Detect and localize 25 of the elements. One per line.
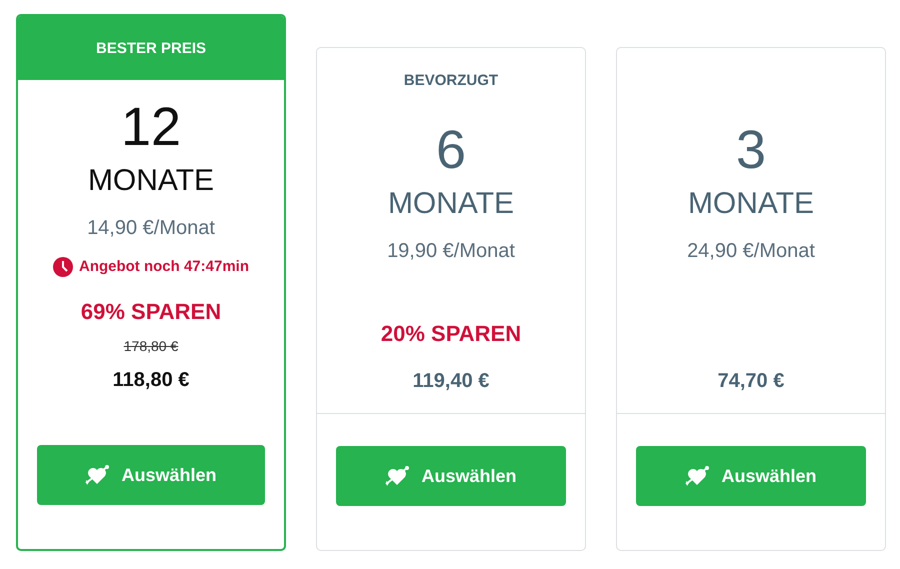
plan-duration: 12 xyxy=(120,97,182,157)
plan-label: BEVORZUGT xyxy=(404,72,498,90)
monthly-price: 19,90 €/Monat xyxy=(387,239,515,264)
plan-unit: MONATE xyxy=(688,186,814,222)
heart-arrow-icon xyxy=(685,465,710,487)
plan-duration: 3 xyxy=(736,120,766,180)
total-price: 118,80 € xyxy=(112,368,190,393)
offer-timer: Angebot noch 47:47min xyxy=(78,257,250,277)
select-button[interactable]: Auswählen xyxy=(336,446,566,506)
total-price: 74,70 € xyxy=(718,369,784,394)
total-price: 119,40 € xyxy=(412,369,490,394)
old-price: 178,80 € xyxy=(124,337,178,355)
clock-icon xyxy=(52,257,73,277)
plan-unit: MONATE xyxy=(88,163,214,199)
monthly-price: 14,90 €/Monat xyxy=(87,216,215,241)
select-button[interactable]: Auswählen xyxy=(37,445,265,505)
heart-arrow-icon xyxy=(385,465,410,487)
plan-unit: MONATE xyxy=(388,186,514,222)
plan-duration: 6 xyxy=(436,120,466,180)
savings-label: 20% SPAREN xyxy=(380,320,522,348)
select-button[interactable]: Auswählen xyxy=(636,446,866,506)
heart-arrow-icon xyxy=(85,464,110,486)
plan-badge: BESTER PREIS xyxy=(18,16,284,80)
savings-label: 69% SPAREN xyxy=(80,298,222,326)
monthly-price: 24,90 €/Monat xyxy=(687,239,815,264)
